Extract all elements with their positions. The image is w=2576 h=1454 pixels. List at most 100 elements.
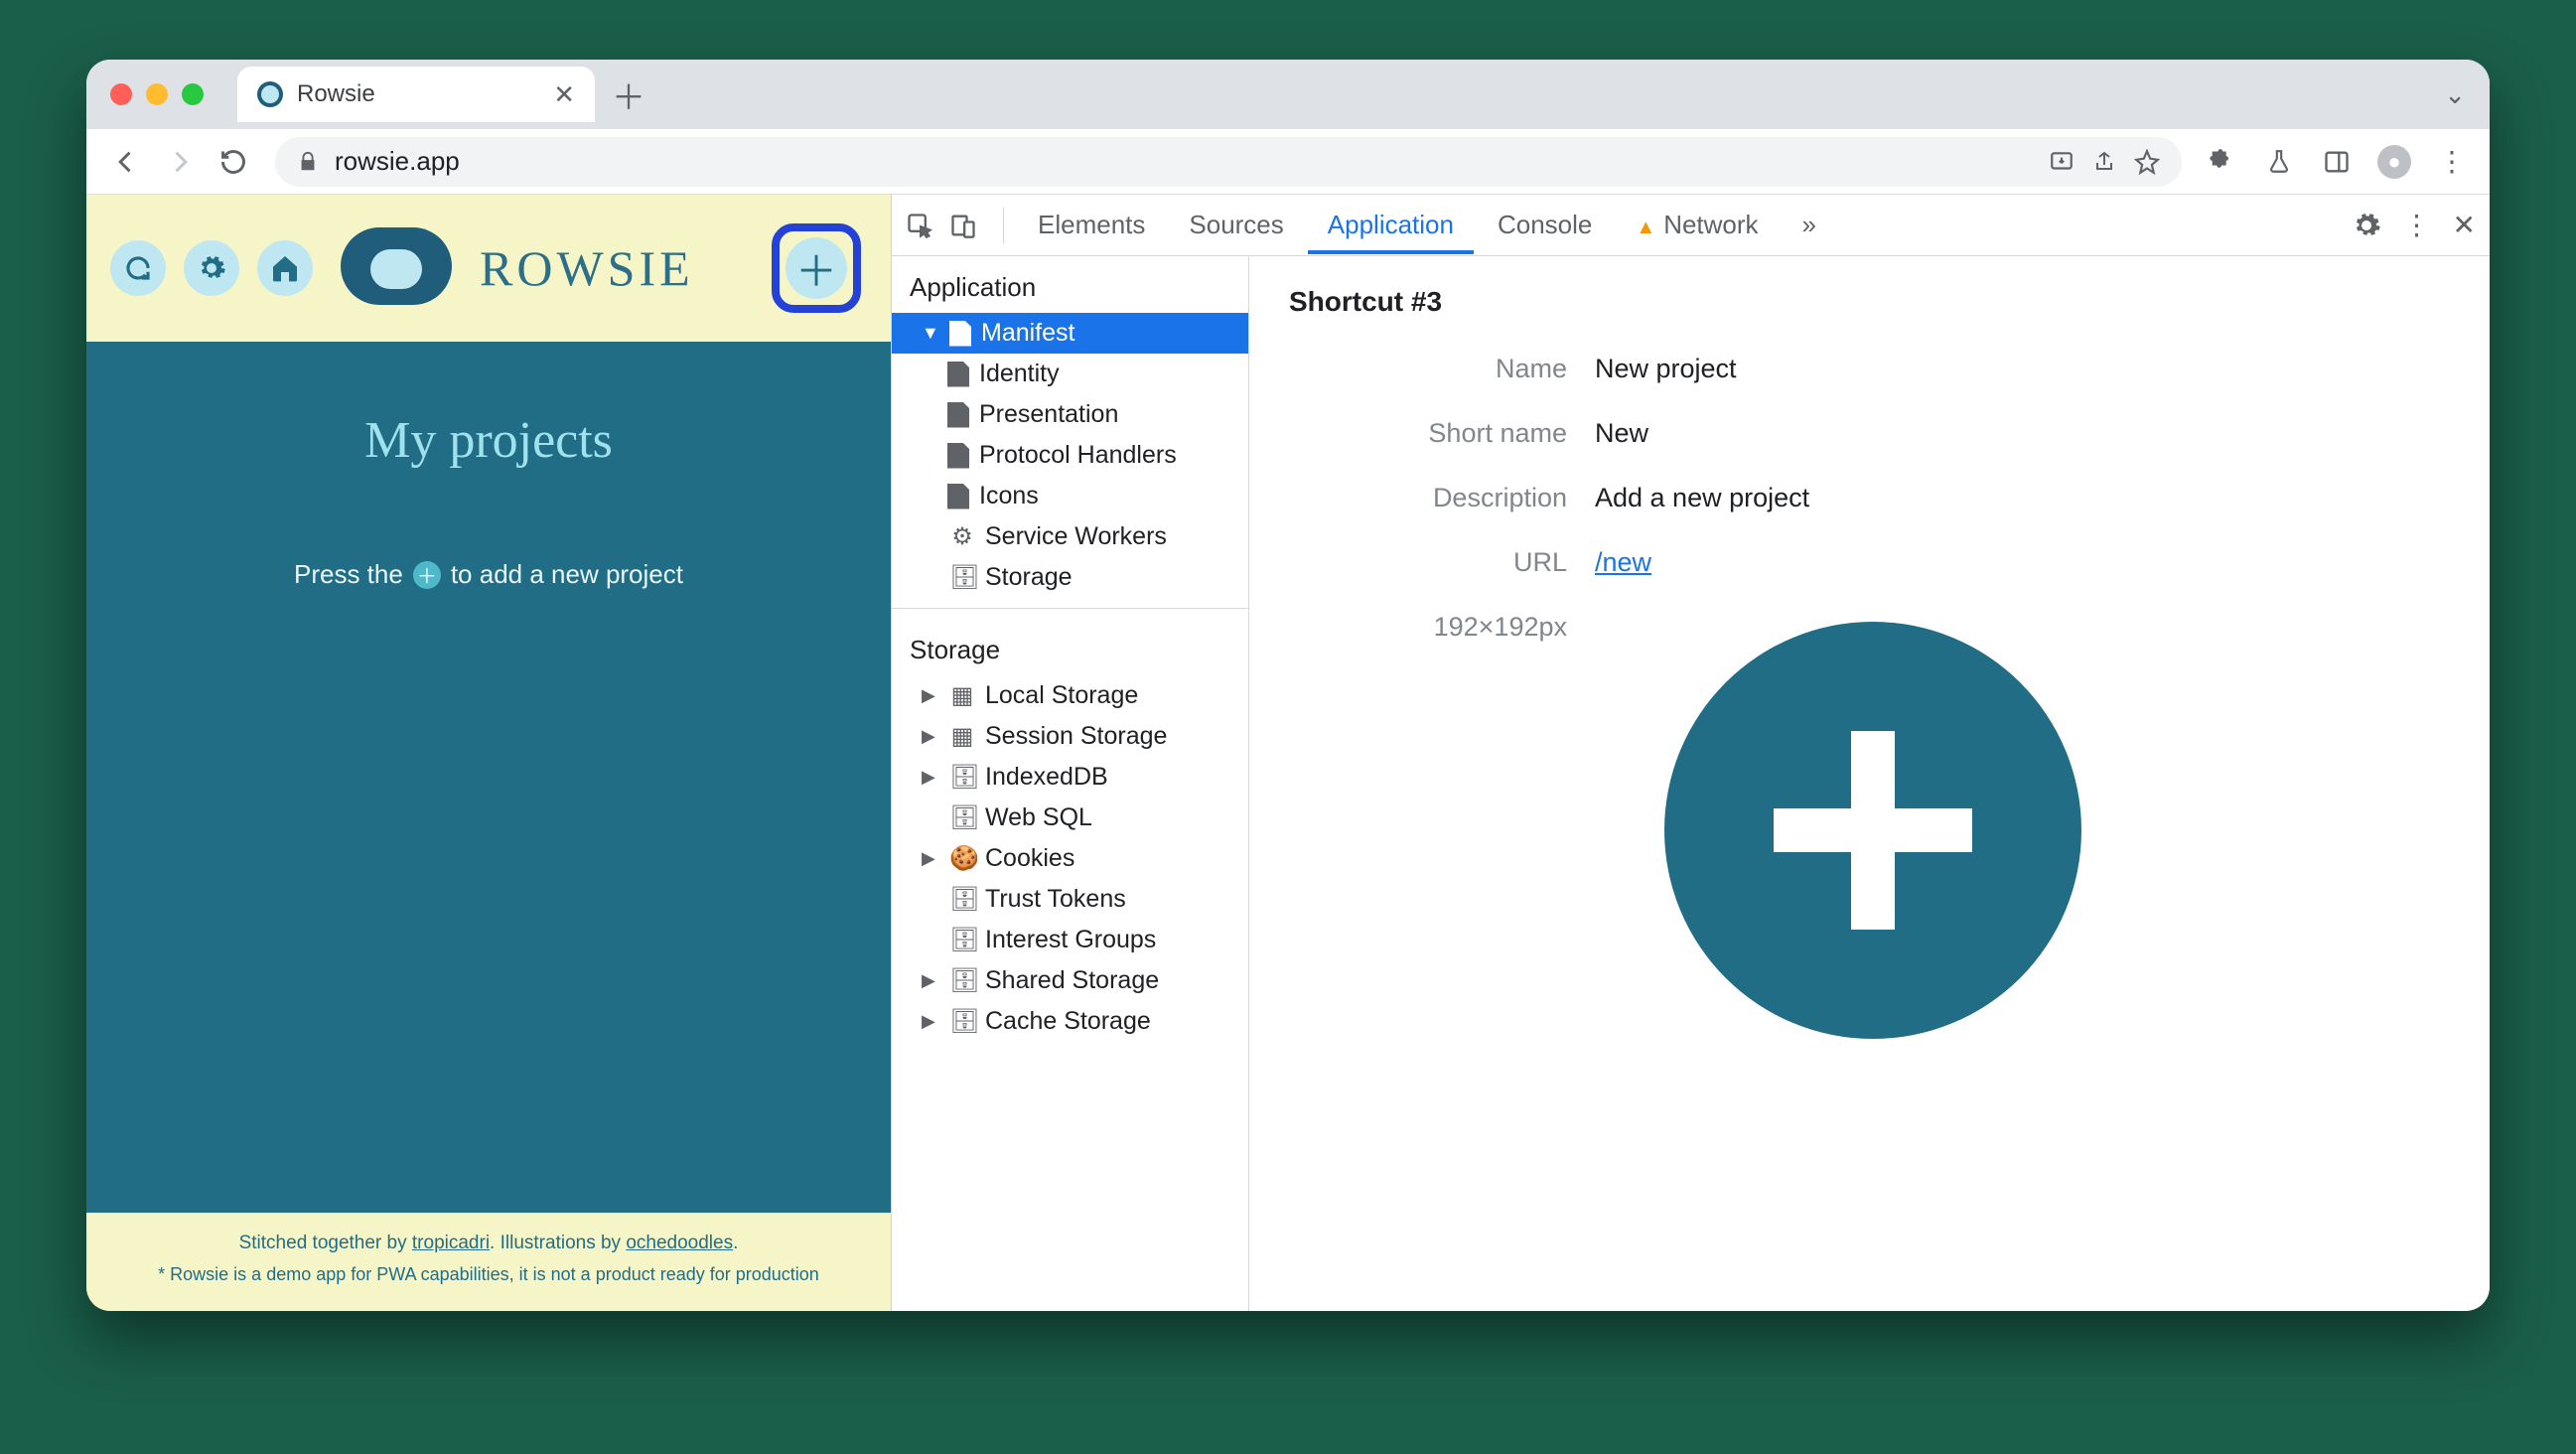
minimize-window-button[interactable]	[146, 83, 168, 105]
tab-sources[interactable]: Sources	[1169, 196, 1303, 254]
database-icon: 🗄	[949, 966, 975, 995]
lock-icon	[297, 151, 319, 173]
chevron-right-icon: ▶	[922, 970, 939, 991]
cookie-icon: 🍪	[949, 844, 975, 873]
shortcut-icon-preview	[1595, 612, 2081, 1039]
rowsie-app: ROWSIE ＋ My projects Press the ＋ to add …	[86, 195, 891, 1311]
plus-circle-icon	[1664, 622, 2081, 1039]
value-name: New project	[1595, 354, 1737, 384]
app-header: ROWSIE ＋	[86, 195, 891, 342]
device-toolbar-icon[interactable]	[949, 212, 989, 239]
devtools-panel: Elements Sources Application Console Net…	[891, 195, 2490, 1311]
credit-link-2[interactable]: ochedoodles	[626, 1233, 733, 1253]
sidebar-section-application: Application	[892, 256, 1248, 313]
database-icon: 🗄	[949, 763, 975, 792]
database-icon: 🗄	[949, 563, 975, 592]
sidebar-section-storage: Storage	[892, 619, 1248, 675]
sidebar-item-shared-storage[interactable]: ▶🗄Shared Storage	[892, 960, 1248, 1001]
devtools-close-icon[interactable]: ✕	[2453, 209, 2476, 241]
sidebar-item-manifest[interactable]: ▼ Manifest	[892, 313, 1248, 354]
value-url-link[interactable]: /new	[1595, 547, 1651, 577]
browser-window: Rowsie ✕ ＋ ⌄ rowsie.app	[86, 60, 2490, 1311]
sidebar-item-protocol-handlers[interactable]: Protocol Handlers	[892, 435, 1248, 476]
gear-icon: ⚙	[949, 522, 975, 551]
devtools-body: Application ▼ Manifest Identity Presenta…	[892, 256, 2490, 1311]
details-title: Shortcut #3	[1289, 286, 2450, 318]
bookmark-icon[interactable]	[2134, 149, 2160, 175]
favicon-icon	[257, 81, 283, 107]
sync-button[interactable]	[110, 240, 166, 296]
reload-button[interactable]	[212, 140, 255, 184]
credit-link-1[interactable]: tropicadri	[412, 1233, 490, 1253]
plus-icon: ＋	[413, 561, 441, 589]
label-icon-size: 192×192px	[1289, 612, 1567, 643]
value-description: Add a new project	[1595, 483, 1809, 513]
sidebar-item-cookies[interactable]: ▶🍪Cookies	[892, 838, 1248, 879]
devtools-tabs: Elements Sources Application Console Net…	[892, 195, 2490, 256]
close-tab-button[interactable]: ✕	[553, 79, 575, 110]
sidebar-item-local-storage[interactable]: ▶▦Local Storage	[892, 675, 1248, 716]
sidebar-item-cache-storage[interactable]: ▶🗄Cache Storage	[892, 1001, 1248, 1042]
tab-console[interactable]: Console	[1478, 196, 1612, 254]
file-icon	[947, 443, 969, 469]
sidebar-item-service-workers[interactable]: ⚙Service Workers	[892, 516, 1248, 557]
sidebar-item-websql[interactable]: 🗄Web SQL	[892, 798, 1248, 838]
app-footer: Stitched together by tropicadri. Illustr…	[86, 1213, 891, 1311]
tabs-overflow-button[interactable]: ⌄	[2444, 79, 2466, 110]
database-icon: 🗄	[949, 1007, 975, 1036]
file-icon	[947, 402, 969, 428]
tab-strip: Rowsie ✕ ＋ ⌄	[86, 60, 2490, 129]
file-icon	[949, 321, 971, 347]
page-title: My projects	[364, 411, 613, 470]
file-icon	[947, 484, 969, 509]
forward-button[interactable]	[158, 140, 202, 184]
application-sidebar: Application ▼ Manifest Identity Presenta…	[892, 256, 1249, 1311]
extensions-icon[interactable]	[2202, 142, 2241, 182]
sidebar-item-identity[interactable]: Identity	[892, 354, 1248, 394]
sidebar-item-presentation[interactable]: Presentation	[892, 394, 1248, 435]
grid-icon: ▦	[949, 722, 975, 751]
hint-text-post: to add a new project	[451, 559, 683, 590]
label-url: URL	[1289, 547, 1567, 578]
close-window-button[interactable]	[110, 83, 132, 105]
add-project-button[interactable]: ＋	[786, 237, 847, 299]
label-short-name: Short name	[1289, 418, 1567, 449]
settings-button[interactable]	[184, 240, 239, 296]
sidebar-item-storage[interactable]: 🗄Storage	[892, 557, 1248, 598]
tabs-overflow[interactable]: »	[1783, 196, 1836, 254]
labs-icon[interactable]	[2259, 142, 2299, 182]
share-icon[interactable]	[2092, 149, 2116, 175]
tab-elements[interactable]: Elements	[1018, 196, 1165, 254]
back-button[interactable]	[104, 140, 148, 184]
sidebar-item-indexeddb[interactable]: ▶🗄IndexedDB	[892, 757, 1248, 798]
inspect-element-icon[interactable]	[906, 212, 945, 239]
empty-state-hint: Press the ＋ to add a new project	[294, 559, 683, 590]
label-name: Name	[1289, 354, 1567, 384]
app-logo-text: ROWSIE	[480, 239, 694, 297]
browser-tab[interactable]: Rowsie ✕	[237, 67, 595, 122]
browser-menu-button[interactable]: ⋮	[2432, 142, 2472, 182]
sidebar-item-session-storage[interactable]: ▶▦Session Storage	[892, 716, 1248, 757]
home-button[interactable]	[257, 240, 313, 296]
manifest-details: Shortcut #3 NameNew project Short nameNe…	[1249, 256, 2490, 1311]
grid-icon: ▦	[949, 681, 975, 710]
fullscreen-window-button[interactable]	[182, 83, 204, 105]
database-icon: 🗄	[949, 926, 975, 954]
new-tab-button[interactable]: ＋	[605, 71, 652, 118]
address-bar[interactable]: rowsie.app	[275, 137, 2182, 187]
omnibox-actions	[2049, 149, 2160, 175]
devtools-menu-icon[interactable]: ⋮	[2403, 209, 2431, 241]
tab-application[interactable]: Application	[1308, 196, 1474, 254]
install-app-icon[interactable]	[2049, 149, 2075, 175]
chevron-right-icon: ▶	[922, 848, 939, 869]
sidebar-item-icons[interactable]: Icons	[892, 476, 1248, 516]
side-panel-icon[interactable]	[2317, 142, 2357, 182]
devtools-settings-icon[interactable]	[2352, 211, 2381, 240]
sidebar-item-interest-groups[interactable]: 🗄Interest Groups	[892, 920, 1248, 960]
footer-disclaimer: * Rowsie is a demo app for PWA capabilit…	[116, 1264, 861, 1285]
tab-network[interactable]: Network	[1616, 196, 1778, 254]
profile-button[interactable]: ●	[2374, 142, 2414, 182]
hint-text-pre: Press the	[294, 559, 403, 590]
sidebar-item-trust-tokens[interactable]: 🗄Trust Tokens	[892, 879, 1248, 920]
chevron-right-icon: ▶	[922, 685, 939, 706]
